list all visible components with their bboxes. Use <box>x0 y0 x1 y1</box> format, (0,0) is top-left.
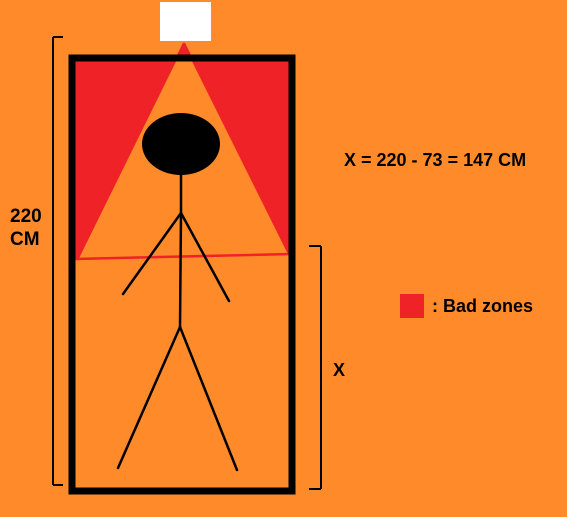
legend-swatch-bad-zone <box>400 294 424 318</box>
formula-text: X = 220 - 73 = 147 CM <box>344 150 527 170</box>
height-value: 220 <box>10 206 42 227</box>
figure-body <box>178 211 183 329</box>
figure-head <box>142 113 220 175</box>
height-label: 220 CM <box>10 206 42 252</box>
height-unit: CM <box>10 228 40 250</box>
legend-label: : Bad zones <box>432 295 534 316</box>
bed-light-diagram <box>0 0 567 517</box>
ceiling-light-icon <box>160 2 211 41</box>
legend: : Bad zones <box>400 293 533 319</box>
x-label: X <box>333 360 346 380</box>
